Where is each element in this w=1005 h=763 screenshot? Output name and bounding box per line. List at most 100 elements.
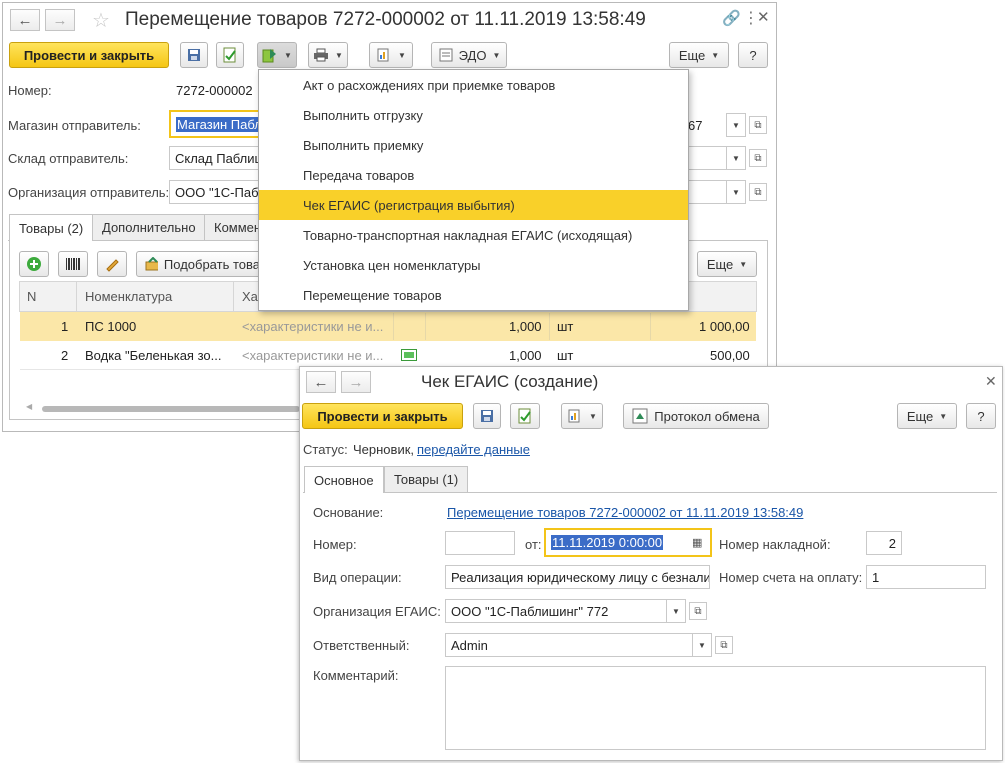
warehouse-open-button[interactable]: ⧉	[749, 149, 767, 167]
responsible-field[interactable]: Admin	[445, 633, 693, 657]
exchange-protocol-button[interactable]: Протокол обмена	[623, 403, 769, 429]
egais-post-and-close-button[interactable]: Провести и закрыть	[302, 403, 463, 429]
chevron-down-icon: ▼	[939, 411, 948, 421]
egais-number-field[interactable]	[445, 531, 515, 555]
pencil-icon	[106, 259, 119, 272]
menu-item-egais-ttn[interactable]: Товарно-транспортная накладная ЕГАИС (ис…	[259, 220, 688, 250]
close-icon[interactable]: ✕	[757, 8, 770, 26]
table-more-button[interactable]: Еще ▼	[697, 251, 757, 277]
menu-item-egais-check[interactable]: Чек ЕГАИС (регистрация выбытия)	[259, 190, 688, 220]
basis-label: Основание:	[313, 505, 384, 520]
more-button[interactable]: Еще ▼	[669, 42, 729, 68]
warehouse-label: Склад отправитель:	[8, 151, 129, 166]
egais-org-open-button[interactable]: ⧉	[689, 602, 707, 620]
egais-org-dropdown-button[interactable]: ▼	[666, 599, 686, 623]
row-cell-divider	[650, 313, 651, 340]
post-button[interactable]	[216, 42, 244, 68]
egais-org-field[interactable]: ООО "1С-Паблишинг" 772	[445, 599, 667, 623]
store-dropdown-button[interactable]: ▼	[726, 113, 746, 137]
chevron-down-icon: ▼	[335, 50, 343, 60]
number-field[interactable]: 7272-000002	[170, 78, 260, 102]
tab-egais-goods[interactable]: Товары (1)	[384, 466, 469, 492]
responsible-dropdown-button[interactable]: ▼	[692, 633, 712, 657]
org-open-button[interactable]: ⧉	[749, 183, 767, 201]
menu-item-shipment[interactable]: Выполнить отгрузку	[259, 100, 688, 130]
help-button[interactable]: ?	[738, 42, 768, 68]
tab-main[interactable]: Основное	[304, 466, 384, 493]
store-open-button[interactable]: ⧉	[749, 116, 767, 134]
add-icon	[27, 257, 41, 271]
edit-button[interactable]	[97, 251, 127, 277]
back-button[interactable]: ←	[10, 9, 40, 31]
menu-item-acceptance[interactable]: Выполнить приемку	[259, 130, 688, 160]
col-header-name[interactable]: Номенклатура	[85, 289, 172, 304]
row-name: Водка "Беленькая зо...	[85, 348, 222, 363]
print-button[interactable]: ▼	[308, 42, 348, 68]
status-label: Статус:	[303, 442, 348, 457]
status-link[interactable]: передайте данные	[417, 442, 530, 457]
barcode-button[interactable]	[58, 251, 88, 277]
add-row-button[interactable]	[19, 251, 49, 277]
responsible-open-button[interactable]: ⧉	[715, 636, 733, 654]
reports-button[interactable]: ▼	[369, 42, 413, 68]
create-based-on-button[interactable]: ▼	[257, 42, 297, 68]
menu-item-goods-movement[interactable]: Перемещение товаров	[259, 280, 688, 310]
horizontal-scrollbar[interactable]	[42, 406, 300, 412]
tab-goods[interactable]: Товары (2)	[9, 214, 94, 241]
egais-post-button[interactable]	[510, 403, 540, 429]
menu-item-discrepancy-act[interactable]: Акт о расхождениях при приемке товаров	[259, 70, 688, 100]
post-and-close-button[interactable]: Провести и закрыть	[9, 42, 169, 68]
date-value: 11.11.2019 0:00:00	[551, 535, 664, 550]
save-button[interactable]	[180, 42, 208, 68]
col-header-char[interactable]: Ха	[242, 289, 258, 304]
forward-button[interactable]: →	[45, 9, 75, 31]
edo-button[interactable]: ЭДО ▼	[431, 42, 507, 68]
row-unit: шт	[557, 319, 574, 334]
egais-help-button[interactable]: ?	[966, 403, 996, 429]
row-sum: 500,00	[710, 348, 750, 363]
operation-field[interactable]: Реализация юридическому лицу с безнали	[445, 565, 710, 589]
barcode-icon	[66, 258, 80, 270]
org-dropdown-button[interactable]: ▼	[726, 180, 746, 204]
egais-close-icon[interactable]: ✕	[985, 373, 997, 390]
basis-link[interactable]: Перемещение товаров 7272-000002 от 11.11…	[447, 505, 803, 520]
scroll-left-arrow[interactable]: ◀	[26, 402, 32, 411]
egais-reports-button[interactable]: ▼	[561, 403, 603, 429]
tab-additional[interactable]: Дополнительно	[92, 214, 206, 240]
invoice-number-field[interactable]: 2	[866, 531, 902, 555]
row-cell-divider	[549, 313, 550, 340]
save-icon	[188, 49, 200, 61]
egais-save-button[interactable]	[473, 403, 501, 429]
calendar-icon[interactable]: ▦	[692, 536, 702, 549]
more-label: Еще	[678, 47, 706, 63]
egais-forward-button[interactable]: →	[341, 371, 371, 393]
menu-item-price-setting[interactable]: Установка цен номенклатуры	[259, 250, 688, 280]
link-icon[interactable]: 🔗	[722, 9, 741, 27]
store-field[interactable]: Магазин Пабл	[169, 110, 261, 138]
date-field[interactable]: 11.11.2019 0:00:00	[544, 528, 712, 557]
chevron-down-icon: ▼	[492, 50, 501, 60]
row-unit: шт	[557, 348, 574, 363]
col-divider	[76, 282, 77, 311]
edo-label: ЭДО	[458, 47, 487, 63]
pick-goods-button[interactable]: Подобрать това	[136, 251, 261, 277]
menu-item-goods-transfer[interactable]: Передача товаров	[259, 160, 688, 190]
payment-account-field[interactable]: 1	[866, 565, 986, 589]
warehouse-field[interactable]: Склад Паблиц	[169, 146, 261, 170]
save-icon	[481, 410, 493, 422]
table-more-label: Еще	[706, 256, 734, 272]
egais-back-button[interactable]: ←	[306, 371, 336, 393]
warehouse-dropdown-button[interactable]: ▼	[726, 146, 746, 170]
row-cell-divider	[425, 313, 426, 340]
row-sum: 1 000,00	[699, 319, 750, 334]
operation-label: Вид операции:	[313, 570, 402, 585]
egais-tabs-baseline	[303, 492, 997, 493]
org-field[interactable]: ООО "1С-Паблі	[169, 180, 261, 204]
post-document-icon	[518, 408, 531, 424]
create-based-icon	[262, 49, 277, 63]
col-header-n[interactable]: N	[27, 289, 36, 304]
favorite-star-icon[interactable]: ☆	[92, 8, 110, 33]
egais-more-button[interactable]: Еще ▼	[897, 403, 957, 429]
tab-comment[interactable]: Коммен	[204, 214, 260, 240]
comment-field[interactable]	[445, 666, 986, 750]
